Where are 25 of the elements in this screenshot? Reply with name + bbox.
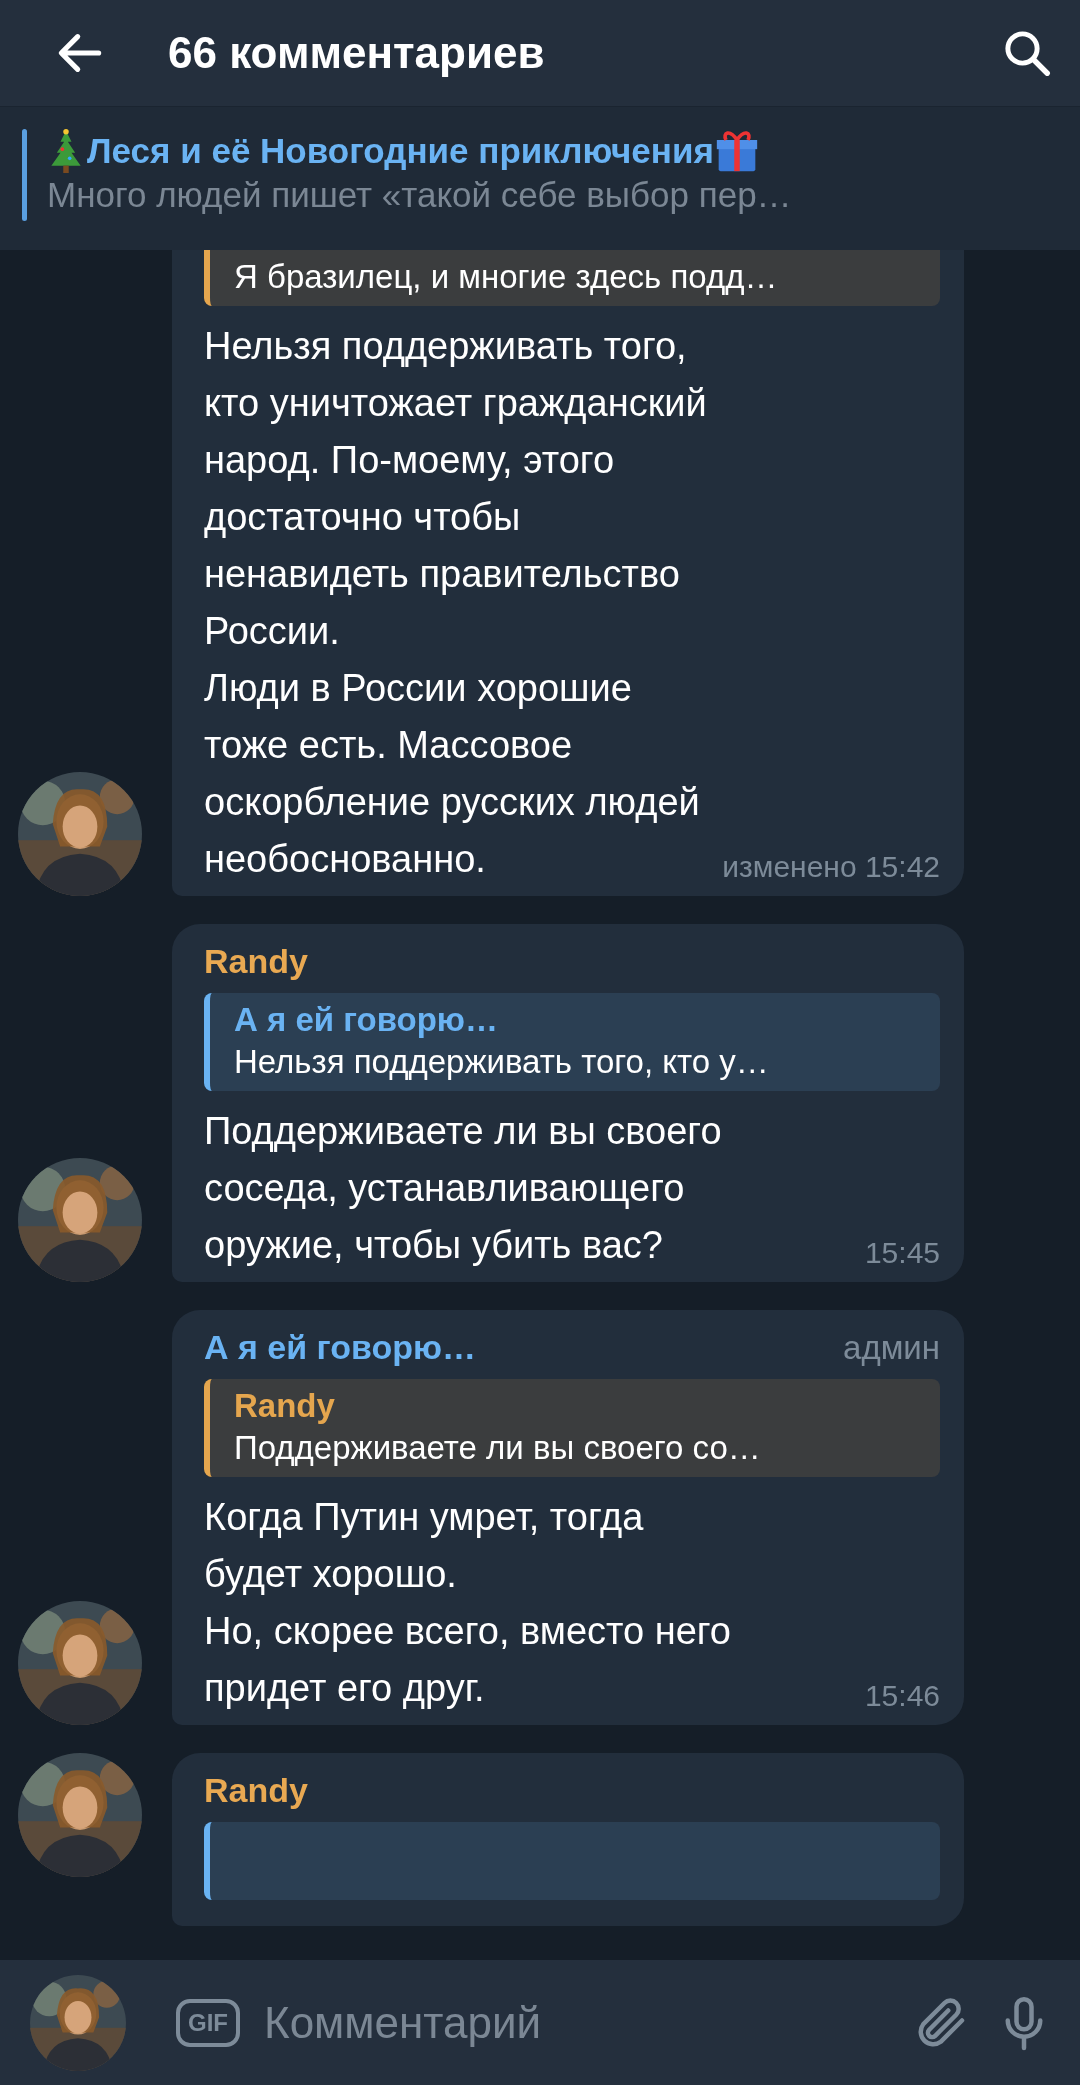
reply-quote[interactable]: А я ей говорю… Нельзя поддерживать того, кто у… [204,993,940,1091]
message-time: изменено 15:42 [722,852,940,882]
reply-quote[interactable]: Randy Поддерживаете ли вы своего со… [204,1379,940,1477]
sender-name[interactable]: Randy [204,942,308,981]
sender-name[interactable]: Randy [204,1771,308,1810]
gif-button[interactable]: GIF [176,1998,240,2047]
pinned-message-bar[interactable]: Леся и её Новогодние приключения Много людей пишет «такой себе выбор пер… [0,106,1080,250]
message-text: Нельзя поддерживать того, кто уничтожает гражданский народ. По-моему, этого достаточно чтобы ненавидеть правительство России. Люди в России хорошие тоже есть. Массовое оскорбление русских людей необоснованно. [204,324,707,882]
message-time: 15:45 [864,1238,940,1268]
comment-input[interactable]: Комментарий [262,1996,890,2049]
pinned-title: Леся и её Новогодние приключения [87,131,714,171]
pinned-text: Много людей пишет «такой себе выбор пер… [47,175,792,215]
quote-text: Я бразилец, и многие здесь подд… [234,258,779,296]
message-time: 15:46 [864,1681,940,1711]
quote-text: Нельзя поддерживать того, кто у… [234,1043,770,1081]
sender-name[interactable]: А я ей говорю… [204,1328,477,1367]
quote-author: Randy [234,1387,336,1425]
message-text: Когда Путин умрет, тогда будет хорошо. Но, скорее всего, вместо него придет его друг. [204,1495,731,1711]
reply-quote[interactable]: Я бразилец, и многие здесь подд… [204,250,940,306]
quote-text: Поддерживаете ли вы своего со… [234,1429,762,1467]
gift-icon [715,129,758,173]
admin-label: админ [843,1329,940,1367]
message-text: Поддерживаете ли вы своего соседа, устанавливающего оружие, чтобы убить вас? [204,1109,722,1268]
chat-title: 66 комментариев [168,28,546,78]
quote-author: А я ей говорю… [234,1001,500,1039]
